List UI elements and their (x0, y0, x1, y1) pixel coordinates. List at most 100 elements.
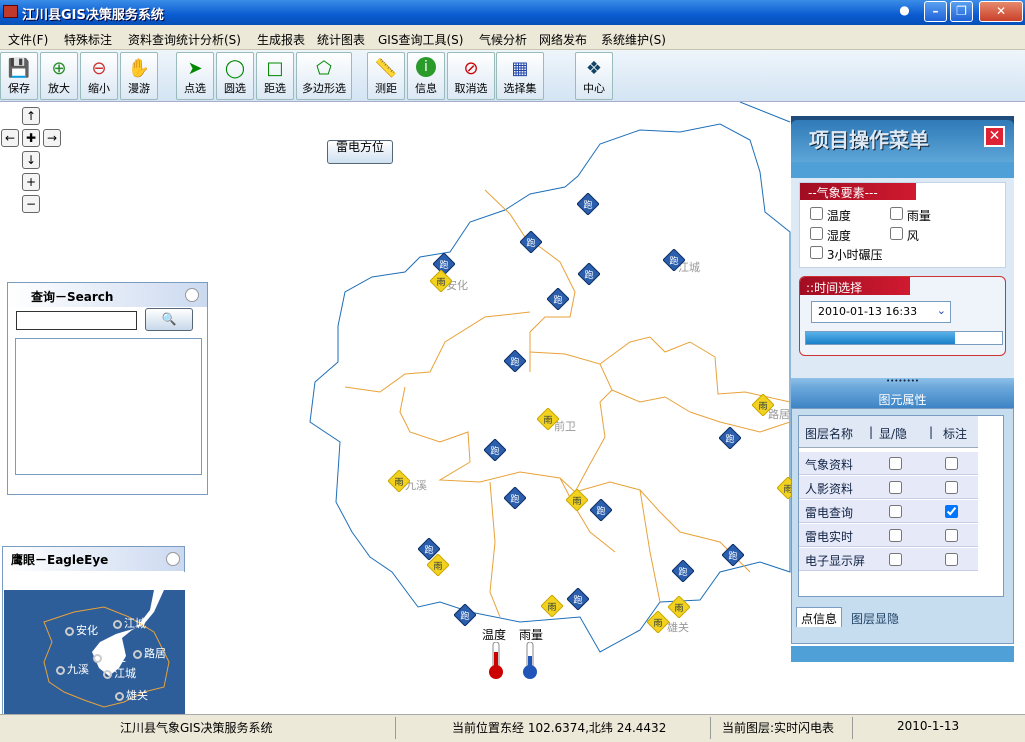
rain-station-icon[interactable]: 雨 (751, 393, 775, 419)
layer-label-checkbox[interactable] (945, 529, 958, 542)
search-button[interactable]: 🔍 (145, 308, 193, 331)
auto-station-icon[interactable]: 跑 (662, 248, 686, 274)
restore-button[interactable]: ❐ (950, 1, 973, 22)
save-icon: 💾 (7, 58, 31, 79)
map-view[interactable]: ↑ ← ✚ → ↓ + − 雷电方位 安化 江城 前卫 九溪 路居 雄关 跑跑跑… (0, 102, 1025, 721)
map-zoom-in-button[interactable]: + (22, 173, 40, 191)
layer-label-checkbox[interactable] (945, 553, 958, 566)
menu-charts[interactable]: 统计图表 (317, 31, 365, 48)
measure-button[interactable]: 📏 测距 (367, 52, 405, 100)
rain-station-icon[interactable]: 雨 (429, 269, 453, 295)
status-divider (395, 717, 396, 739)
met-wind-checkbox[interactable]: 风 (890, 227, 919, 244)
time-select-box: ::时间选择 2010-01-13 16:33 ⌄ (799, 276, 1006, 356)
rain-station-icon[interactable]: 雨 (646, 610, 670, 636)
point-select-button[interactable]: ➤ 点选 (176, 52, 214, 100)
layer-show-checkbox[interactable] (889, 505, 902, 518)
tab-point-info[interactable]: 点信息 (796, 607, 842, 627)
pan-right-button[interactable]: → (43, 129, 61, 147)
polygon-select-button[interactable]: ⬠ 多边形选 (296, 52, 352, 100)
layer-name: 雷电实时 (805, 530, 854, 544)
rain-station-icon[interactable]: 雨 (565, 488, 589, 514)
auto-station-icon[interactable]: 跑 (453, 603, 477, 629)
menu-gis-tools[interactable]: GIS查询工具(S) (378, 31, 463, 48)
layer-show-checkbox[interactable] (889, 529, 902, 542)
layer-show-checkbox[interactable] (889, 553, 902, 566)
search-panel: 查询－Search 🔍 (7, 282, 208, 495)
auto-station-icon[interactable]: 跑 (503, 486, 527, 512)
circle-cursor-icon: ◯ (224, 58, 246, 79)
auto-station-icon[interactable]: 跑 (671, 559, 695, 585)
rain-station-icon[interactable]: 雨 (536, 407, 560, 433)
menu-data-query[interactable]: 资料查询统计分析(S) (128, 31, 241, 48)
met-temp-checkbox[interactable]: 温度 (810, 207, 851, 224)
selection-set-button[interactable]: ▦ 选择集 (496, 52, 544, 100)
auto-station-icon[interactable]: 跑 (503, 349, 527, 375)
auto-station-icon[interactable]: 跑 (483, 438, 507, 464)
auto-station-icon[interactable]: 跑 (576, 192, 600, 218)
layer-show-checkbox[interactable] (889, 457, 902, 470)
auto-station-icon[interactable]: 跑 (577, 262, 601, 288)
info-button[interactable]: i 信息 (407, 52, 445, 100)
overview-place-text: 江城 (124, 617, 146, 630)
menu-file[interactable]: 文件(F) (8, 31, 48, 48)
menu-special-mark[interactable]: 特殊标注 (64, 31, 112, 48)
panel-close-button[interactable]: ✕ (984, 126, 1005, 147)
pan-button[interactable]: ✋ 漫游 (120, 52, 158, 100)
layer-label-checkbox[interactable] (945, 481, 958, 494)
center-button[interactable]: ❖ 中心 (575, 52, 613, 100)
cancel-select-button[interactable]: ⊘ 取消选 (447, 52, 495, 100)
tab-layer-visibility[interactable]: 图层显隐 (844, 609, 906, 627)
met-rain-checkbox[interactable]: 雨量 (890, 207, 931, 224)
save-button[interactable]: 💾 保存 (0, 52, 38, 100)
distance-select-button[interactable]: □ 距选 (256, 52, 294, 100)
rain-station-icon[interactable]: 雨 (387, 469, 411, 495)
search-results-list[interactable] (15, 338, 202, 475)
auto-station-icon[interactable]: 跑 (519, 230, 543, 256)
auto-station-icon[interactable]: 跑 (546, 287, 570, 313)
map-zoom-out-button[interactable]: − (22, 195, 40, 213)
search-input[interactable] (16, 311, 137, 330)
auto-station-icon[interactable]: 跑 (718, 426, 742, 452)
time-value: 2010-01-13 16:33 (818, 305, 918, 318)
auto-station-icon[interactable]: 跑 (589, 498, 613, 524)
rain-station-icon[interactable]: 雨 (667, 595, 691, 621)
met-humidity-checkbox[interactable]: 湿度 (810, 227, 851, 244)
collapse-icon[interactable] (185, 288, 199, 302)
pan-left-button[interactable]: ← (1, 129, 19, 147)
pan-up-button[interactable]: ↑ (22, 107, 40, 125)
chevron-down-icon[interactable]: ⌄ (937, 304, 946, 317)
tray-icon[interactable]: ● (893, 1, 916, 22)
lake-outline (739, 102, 791, 123)
zoom-out-button[interactable]: ⊖ 缩小 (80, 52, 118, 100)
svg-text:跑: 跑 (553, 294, 562, 306)
layer-label-checkbox[interactable] (945, 457, 958, 470)
menu-publish[interactable]: 网络发布 (539, 31, 587, 48)
window-title: 江川县GIS决策服务系统 (22, 8, 164, 23)
auto-station-icon[interactable]: 跑 (566, 587, 590, 613)
rain-station-icon[interactable]: 雨 (426, 553, 450, 579)
svg-text:雨: 雨 (547, 602, 556, 613)
layer-label-checkbox[interactable] (945, 505, 958, 518)
circle-select-button[interactable]: ◯ 圆选 (216, 52, 254, 100)
overview-place-text: 雄关 (126, 689, 148, 702)
rain-station-icon[interactable]: 雨 (540, 594, 564, 620)
auto-station-icon[interactable]: 跑 (721, 543, 745, 569)
zoom-in-button[interactable]: ⊕ 放大 (40, 52, 78, 100)
time-picker[interactable]: 2010-01-13 16:33 ⌄ (811, 301, 951, 323)
eagle-eye-panel: 鹰眼－EagleEye 安化 江城 前卫 九溪 路居 江城 雄关 (2, 546, 185, 721)
lightning-direction-button[interactable]: 雷电方位 (327, 140, 393, 164)
menu-report[interactable]: 生成报表 (257, 31, 305, 48)
collapse-icon[interactable] (166, 552, 180, 566)
layer-show-checkbox[interactable] (889, 481, 902, 494)
attr-title: 图元属性 (791, 388, 1014, 408)
pan-center-button[interactable]: ✚ (22, 129, 40, 147)
menu-climate[interactable]: 气候分析 (479, 31, 527, 48)
svg-text:跑: 跑 (725, 433, 734, 445)
svg-text:雨: 雨 (674, 603, 683, 614)
met-pressure-checkbox[interactable]: 3小时碾压 (810, 246, 882, 263)
close-button[interactable]: ✕ (979, 1, 1023, 22)
minimize-button[interactable]: – (924, 1, 947, 22)
menu-system[interactable]: 系统维护(S) (601, 31, 666, 48)
pan-down-button[interactable]: ↓ (22, 151, 40, 169)
